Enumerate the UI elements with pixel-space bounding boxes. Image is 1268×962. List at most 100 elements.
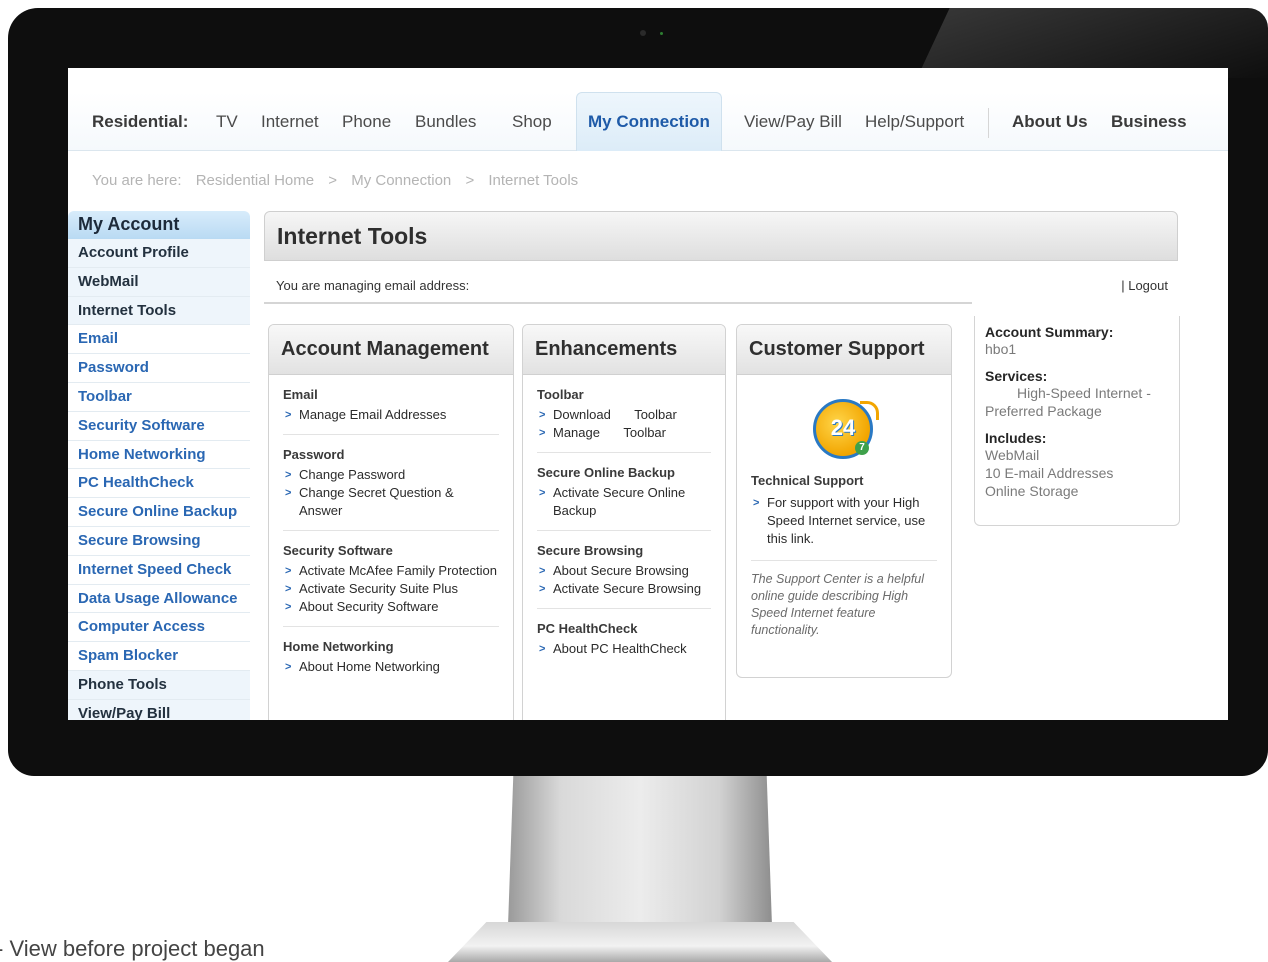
panel-title: Account Management bbox=[269, 325, 513, 375]
manage-toolbar-link[interactable]: > Manage Toolbar bbox=[537, 424, 711, 442]
link-label: Manage Email Addresses bbox=[299, 407, 447, 422]
chevron-right-icon: > bbox=[285, 583, 292, 595]
sidebar-item-secure-online-backup[interactable]: Secure Online Backup bbox=[68, 498, 250, 527]
manage-email-link[interactable]: > Manage Email Addresses bbox=[283, 406, 499, 424]
nav-tv[interactable]: TV bbox=[216, 112, 238, 132]
support-center-note: The Support Center is a helpful online g… bbox=[751, 560, 937, 639]
change-password-link[interactable]: > Change Password bbox=[283, 466, 499, 484]
group-title: Secure Online Backup bbox=[537, 465, 675, 480]
logout-link[interactable]: | Logout bbox=[1121, 278, 1168, 293]
breadcrumb-item-internet-tools: Internet Tools bbox=[488, 172, 579, 189]
sidebar-item-toolbar[interactable]: Toolbar bbox=[68, 382, 250, 412]
group-title: PC HealthCheck bbox=[537, 621, 638, 636]
sidebar-item-internet-tools[interactable]: Internet Tools bbox=[68, 296, 250, 326]
sidebar-item-phone-tools[interactable]: Phone Tools bbox=[68, 670, 250, 700]
secure-browsing-group: Secure Browsing > About Secure Browsing >… bbox=[537, 543, 711, 609]
sidebar-item-data-usage-allowance[interactable]: Data Usage Allowance bbox=[68, 584, 250, 614]
sidebar-header[interactable]: My Account bbox=[68, 211, 250, 239]
sidebar-item-secure-browsing[interactable]: Secure Browsing bbox=[68, 526, 250, 556]
sidebar-item-spam-blocker[interactable]: Spam Blocker bbox=[68, 642, 250, 671]
nav-residential-label: Residential: bbox=[92, 112, 189, 131]
customer-support-panel: Customer Support 24 7 Technical Support … bbox=[736, 324, 952, 678]
link-label: Activate Secure Online Backup bbox=[553, 485, 686, 518]
change-secret-question-link[interactable]: > Change Secret Question & Answer bbox=[283, 484, 499, 520]
activate-secure-backup-link[interactable]: > Activate Secure Online Backup bbox=[537, 484, 711, 520]
main-header: Internet Tools bbox=[264, 211, 1178, 261]
sidebar-item-account-profile[interactable]: Account Profile bbox=[68, 239, 250, 268]
breadcrumb-item-my-connection[interactable]: My Connection bbox=[351, 172, 451, 189]
badge-small-text: 7 bbox=[855, 441, 869, 455]
security-software-group: Security Software > Activate McAfee Famil… bbox=[283, 543, 499, 627]
link-label: About Security Software bbox=[299, 599, 439, 614]
sidebar-item-webmail[interactable]: WebMail bbox=[68, 267, 250, 297]
sidebar-item-pc-healthcheck[interactable]: PC HealthCheck bbox=[68, 469, 250, 499]
support-24-7-icon[interactable]: 24 7 bbox=[809, 395, 879, 465]
monitor-bezel: Residential: TV Internet Phone Bundles S… bbox=[8, 8, 1268, 776]
nav-about-us[interactable]: About Us bbox=[1012, 112, 1088, 132]
nav-view-pay-bill[interactable]: View/Pay Bill bbox=[744, 112, 842, 132]
chevron-right-icon: > bbox=[285, 469, 292, 481]
page-title: Internet Tools bbox=[277, 223, 428, 249]
link-label: Download Toolbar bbox=[553, 407, 677, 422]
download-toolbar-link[interactable]: > Download Toolbar bbox=[537, 406, 711, 424]
sidebar-item-home-networking[interactable]: Home Networking bbox=[68, 440, 250, 470]
link-label: Activate Secure Browsing bbox=[553, 581, 702, 596]
activate-security-suite-link[interactable]: > Activate Security Suite Plus bbox=[283, 580, 499, 598]
monitor-stand-neck bbox=[508, 776, 772, 926]
nav-phone[interactable]: Phone bbox=[342, 112, 391, 132]
services-value: High-Speed Internet - bbox=[1017, 385, 1151, 401]
link-label: Change Secret Question & Answer bbox=[299, 485, 454, 518]
about-pc-healthcheck-link[interactable]: > About PC HealthCheck bbox=[537, 640, 711, 658]
pc-healthcheck-group: PC HealthCheck > About PC HealthCheck bbox=[537, 621, 711, 658]
chevron-right-icon: > bbox=[539, 409, 546, 421]
group-title: Password bbox=[283, 447, 345, 462]
group-title: Home Networking bbox=[283, 639, 394, 654]
chevron-right-icon: > bbox=[753, 497, 760, 509]
link-label: About PC HealthCheck bbox=[553, 641, 687, 656]
sidebar-item-view-pay-bill[interactable]: View/Pay Bill bbox=[68, 699, 250, 720]
sidebar-item-email[interactable]: Email bbox=[68, 325, 250, 355]
activate-mcafee-link[interactable]: > Activate McAfee Family Protection bbox=[283, 562, 499, 580]
divider bbox=[264, 302, 972, 304]
chevron-right-icon: > bbox=[285, 487, 292, 499]
breadcrumb-item-residential-home[interactable]: Residential Home bbox=[196, 172, 314, 189]
nav-business[interactable]: Business bbox=[1111, 112, 1187, 132]
enhancements-panel: Enhancements Toolbar > Download Toolbar >… bbox=[522, 324, 726, 720]
technical-support-link[interactable]: > For support with your High Speed Intern… bbox=[751, 494, 937, 548]
chevron-right-icon: > bbox=[539, 583, 546, 595]
about-home-networking-link[interactable]: > About Home Networking bbox=[283, 658, 499, 676]
sidebar-item-password[interactable]: Password bbox=[68, 354, 250, 383]
nav-internet[interactable]: Internet bbox=[261, 112, 319, 132]
breadcrumb-separator: > bbox=[465, 172, 475, 189]
monitor-stand-base bbox=[448, 922, 832, 962]
chevron-right-icon: > bbox=[539, 487, 546, 499]
link-label: Change Password bbox=[299, 467, 406, 482]
includes-item: 10 E-mail Addresses bbox=[985, 465, 1114, 481]
about-security-software-link[interactable]: > About Security Software bbox=[283, 598, 499, 616]
account-management-panel: Account Management Email > Manage Email A… bbox=[268, 324, 514, 720]
sidebar-item-internet-speed-check[interactable]: Internet Speed Check bbox=[68, 555, 250, 585]
group-title: Secure Browsing bbox=[537, 543, 644, 558]
badge-text: 24 bbox=[830, 415, 856, 440]
link-label: Manage Toolbar bbox=[553, 425, 666, 440]
sidebar-item-computer-access[interactable]: Computer Access bbox=[68, 613, 250, 643]
activate-secure-browsing-link[interactable]: > Activate Secure Browsing bbox=[537, 580, 711, 598]
nav-shop[interactable]: Shop bbox=[512, 112, 552, 132]
includes-item: Online Storage bbox=[985, 483, 1079, 499]
about-secure-browsing-link[interactable]: > About Secure Browsing bbox=[537, 562, 711, 580]
group-title: Toolbar bbox=[537, 387, 584, 402]
nav-bundles[interactable]: Bundles bbox=[415, 112, 476, 132]
includes-label: Includes: bbox=[985, 430, 1047, 446]
services-label: Services: bbox=[985, 368, 1048, 384]
password-group: Password > Change Password > Change Secret… bbox=[283, 447, 499, 531]
chevron-right-icon: > bbox=[285, 661, 292, 673]
nav-help-support[interactable]: Help/Support bbox=[865, 112, 964, 132]
nav-my-connection[interactable]: My Connection bbox=[588, 112, 710, 132]
breadcrumb-separator: > bbox=[328, 172, 338, 189]
camera-led-icon bbox=[660, 32, 663, 35]
nav-divider bbox=[988, 108, 989, 138]
sidebar-item-security-software[interactable]: Security Software bbox=[68, 411, 250, 441]
camera-icon bbox=[640, 30, 646, 36]
chevron-right-icon: > bbox=[285, 409, 292, 421]
services-package: Preferred Package bbox=[985, 403, 1102, 419]
